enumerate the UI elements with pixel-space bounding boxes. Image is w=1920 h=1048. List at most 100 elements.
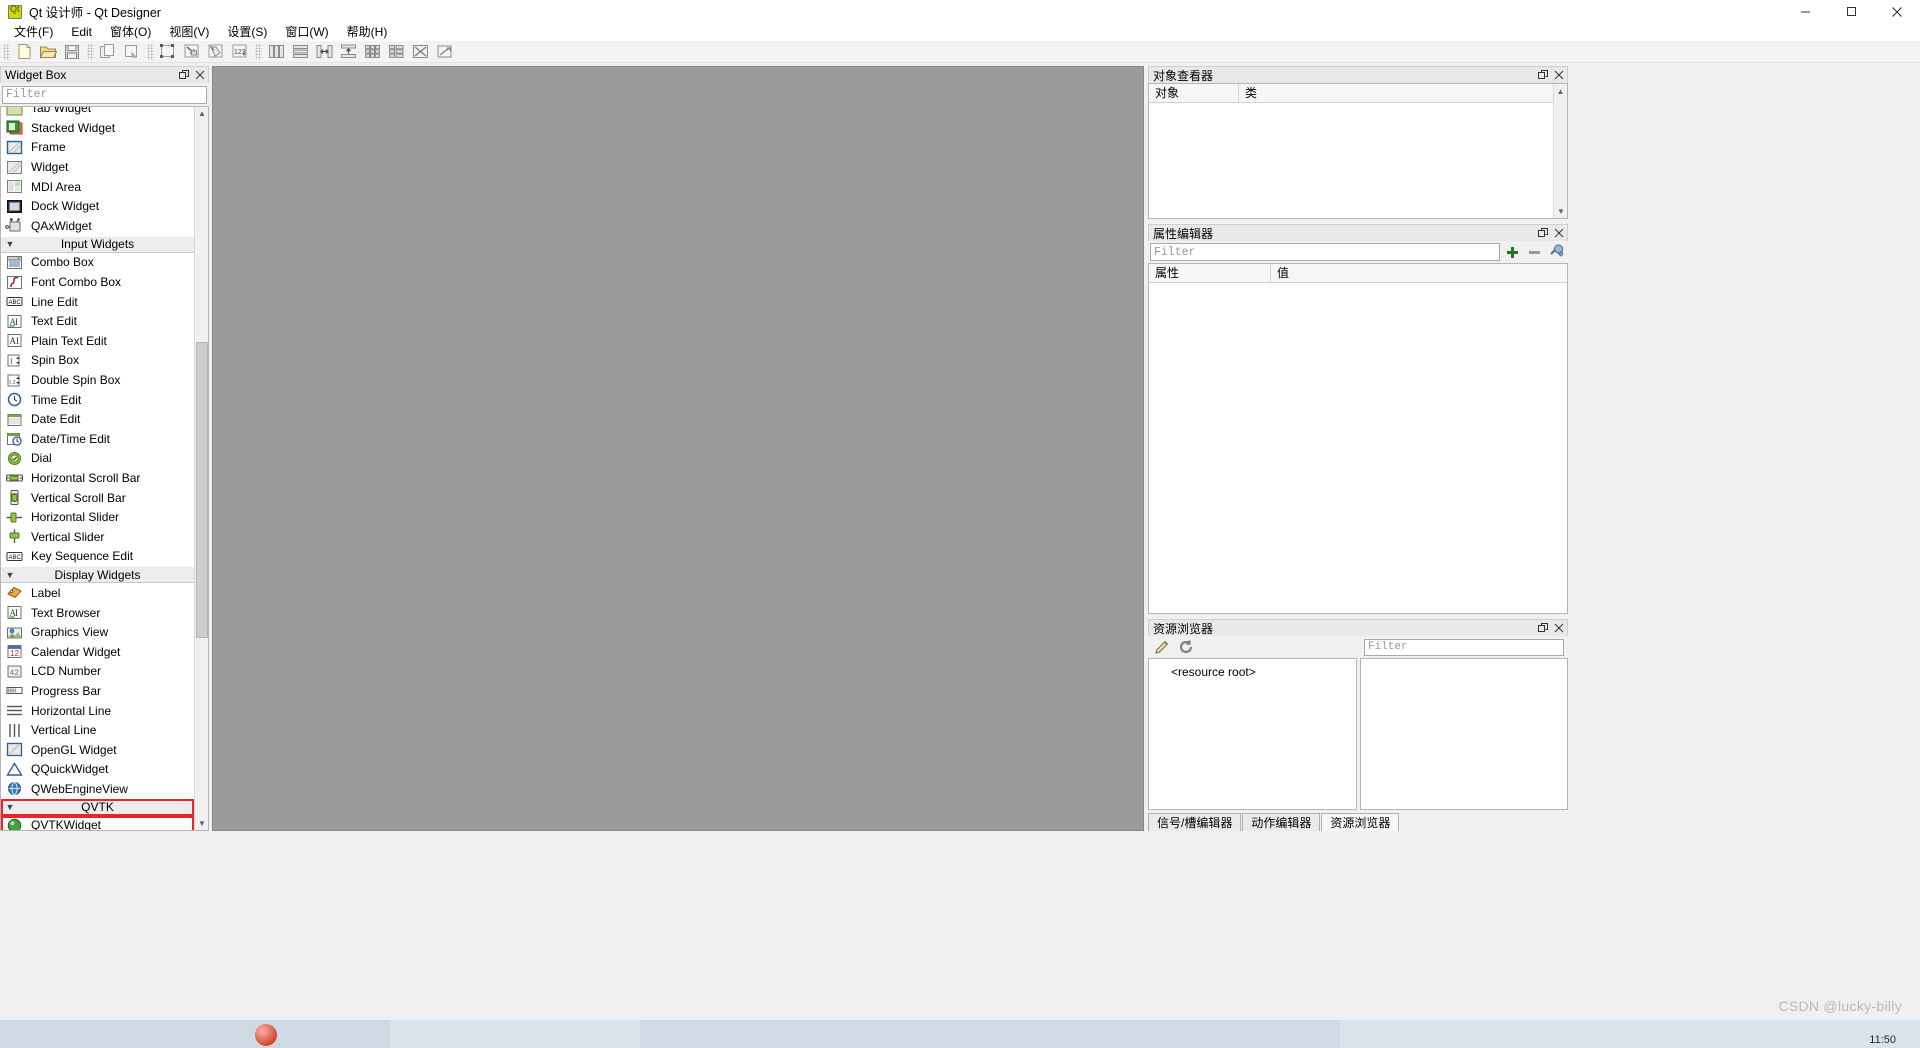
widget-item-mdi-area[interactable]: MDI Area	[1, 177, 194, 197]
close-button[interactable]	[1874, 0, 1920, 23]
tab-resource-browser[interactable]: 资源浏览器	[1321, 813, 1400, 831]
new-form-button[interactable]	[12, 42, 36, 62]
wrench-icon[interactable]	[1546, 242, 1566, 262]
widget-item-dial[interactable]: Dial	[1, 449, 194, 469]
pencil-icon[interactable]	[1152, 637, 1172, 657]
widget-item-label[interactable]: Label	[1, 583, 194, 603]
widget-item-key-sequence-edit[interactable]: ABC Key Sequence Edit	[1, 547, 194, 567]
reload-icon[interactable]	[1176, 637, 1196, 657]
undock-icon[interactable]	[176, 68, 192, 83]
break-layout-button[interactable]	[408, 42, 432, 62]
widget-item-horizontal-scroll-bar[interactable]: Horizontal Scroll Bar	[1, 468, 194, 488]
widget-item-date-edit[interactable]: Date Edit	[1, 409, 194, 429]
widget-item-dock-widget[interactable]: Dock Widget	[1, 196, 194, 216]
widget-item-double-spin-box[interactable]: 1.2 Double Spin Box	[1, 370, 194, 390]
layout-vertically-button[interactable]	[288, 42, 312, 62]
widget-item-qwebengineview[interactable]: QWebEngineView	[1, 779, 194, 799]
save-form-button[interactable]	[60, 42, 84, 62]
widget-item-qaxwidget[interactable]: QAxWidget	[1, 216, 194, 236]
layout-horizontally-button[interactable]	[264, 42, 288, 62]
column-header-property[interactable]: 属性	[1149, 264, 1271, 283]
layout-splitter-vertical-button[interactable]	[336, 42, 360, 62]
widget-box-filter-input[interactable]	[2, 85, 207, 104]
widget-item-horizontal-slider[interactable]: Horizontal Slider	[1, 507, 194, 527]
widget-item-text-browser[interactable]: AI Text Browser	[1, 603, 194, 623]
menu-settings[interactable]: 设置(S)	[218, 24, 276, 41]
undock-icon[interactable]	[1535, 621, 1551, 636]
toolbar-grip[interactable]	[3, 43, 10, 60]
menu-form[interactable]: 窗体(O)	[101, 24, 160, 41]
edit-widgets-button[interactable]	[156, 42, 180, 62]
column-header-class[interactable]: 类	[1239, 84, 1257, 103]
widget-item-widget[interactable]: Widget	[1, 157, 194, 177]
tab-action-editor[interactable]: 动作编辑器	[1242, 813, 1321, 831]
plus-icon[interactable]	[1502, 242, 1522, 262]
widget-item-vertical-line[interactable]: Vertical Line	[1, 720, 194, 740]
menu-help[interactable]: 帮助(H)	[338, 24, 397, 41]
widget-item-time-edit[interactable]: Time Edit	[1, 390, 194, 410]
close-icon[interactable]	[192, 68, 208, 83]
widget-group-input-widgets[interactable]: ▼ Input Widgets	[1, 235, 194, 253]
widget-item-horizontal-line[interactable]: Horizontal Line	[1, 701, 194, 721]
scroll-down-icon[interactable]: ▼	[195, 816, 208, 830]
scrollbar-thumb[interactable]	[196, 341, 208, 638]
edit-buddies-button[interactable]	[204, 42, 228, 62]
widget-item-text-edit[interactable]: AI Text Edit	[1, 311, 194, 331]
widget-item-line-edit[interactable]: ABC Line Edit	[1, 292, 194, 312]
menu-view[interactable]: 视图(V)	[160, 24, 218, 41]
widget-item-frame[interactable]: Frame	[1, 138, 194, 158]
undo-button[interactable]	[96, 42, 120, 62]
scroll-up-icon[interactable]: ▲	[195, 106, 208, 121]
widget-item-progress-bar[interactable]: Progress Bar	[1, 681, 194, 701]
resource-root-node[interactable]: <resource root>	[1149, 665, 1356, 679]
undock-icon[interactable]	[1535, 68, 1551, 83]
edit-signals-slots-button[interactable]	[180, 42, 204, 62]
toolbar-grip[interactable]	[87, 43, 94, 60]
open-form-button[interactable]	[36, 42, 60, 62]
widget-item-graphics-view[interactable]: abc Graphics View	[1, 622, 194, 642]
minus-icon[interactable]	[1524, 242, 1544, 262]
layout-splitter-horizontal-button[interactable]	[312, 42, 336, 62]
object-inspector-scrollbar[interactable]: ▲ ▼	[1553, 84, 1567, 218]
property-filter-input[interactable]	[1150, 243, 1500, 261]
resource-filter-input[interactable]	[1364, 638, 1564, 656]
widget-item-plain-text-edit[interactable]: AI Plain Text Edit	[1, 331, 194, 351]
widget-item-date-time-edit[interactable]: Date/Time Edit	[1, 429, 194, 449]
minimize-button[interactable]	[1782, 0, 1828, 23]
widget-item-vertical-slider[interactable]: Vertical Slider	[1, 527, 194, 547]
toolbar-grip[interactable]	[147, 43, 154, 60]
widget-item-combo-box[interactable]: Combo Box	[1, 253, 194, 273]
widget-group-qvtk[interactable]: ▼ QVTK	[1, 798, 194, 816]
widget-group-display-widgets[interactable]: ▼ Display Widgets	[1, 566, 194, 584]
toolbar-grip[interactable]	[255, 43, 262, 60]
adjust-size-button[interactable]	[432, 42, 456, 62]
redo-button[interactable]	[120, 42, 144, 62]
menu-window[interactable]: 窗口(W)	[276, 24, 337, 41]
layout-grid-button[interactable]	[360, 42, 384, 62]
widget-item-lcd-number[interactable]: 42 LCD Number	[1, 662, 194, 682]
widget-item-stacked-widget[interactable]: Stacked Widget	[1, 118, 194, 138]
widget-item-tab-widget[interactable]: Tab Widget	[1, 106, 194, 118]
menu-edit[interactable]: Edit	[62, 24, 101, 41]
close-icon[interactable]	[1551, 621, 1567, 636]
widget-box-scrollbar[interactable]: ▲ ▼	[194, 106, 208, 830]
scroll-down-icon[interactable]: ▼	[1554, 204, 1567, 218]
layout-form-button[interactable]	[384, 42, 408, 62]
taskbar-orb-icon[interactable]	[255, 1024, 277, 1046]
widget-item-qquickwidget[interactable]: QQuickWidget	[1, 760, 194, 780]
widget-item-spin-box[interactable]: 1 Spin Box	[1, 351, 194, 371]
scroll-up-icon[interactable]: ▲	[1554, 84, 1567, 98]
undock-icon[interactable]	[1535, 226, 1551, 241]
resource-preview-pane[interactable]	[1360, 658, 1568, 810]
tab-signal-slot-editor[interactable]: 信号/槽编辑器	[1148, 813, 1242, 831]
widget-item-font-combo-box[interactable]: Font Combo Box	[1, 272, 194, 292]
close-icon[interactable]	[1551, 68, 1567, 83]
resource-tree-pane[interactable]: <resource root>	[1148, 658, 1357, 810]
form-canvas-workspace[interactable]	[212, 66, 1144, 831]
maximize-button[interactable]	[1828, 0, 1874, 23]
widget-item-qvtkwidget[interactable]: QVTKWidget	[1, 815, 194, 831]
edit-tab-order-button[interactable]: 123	[228, 42, 252, 62]
column-header-value[interactable]: 值	[1271, 264, 1289, 283]
menu-file[interactable]: 文件(F)	[5, 24, 62, 41]
widget-item-opengl-widget[interactable]: OpenGL Widget	[1, 740, 194, 760]
